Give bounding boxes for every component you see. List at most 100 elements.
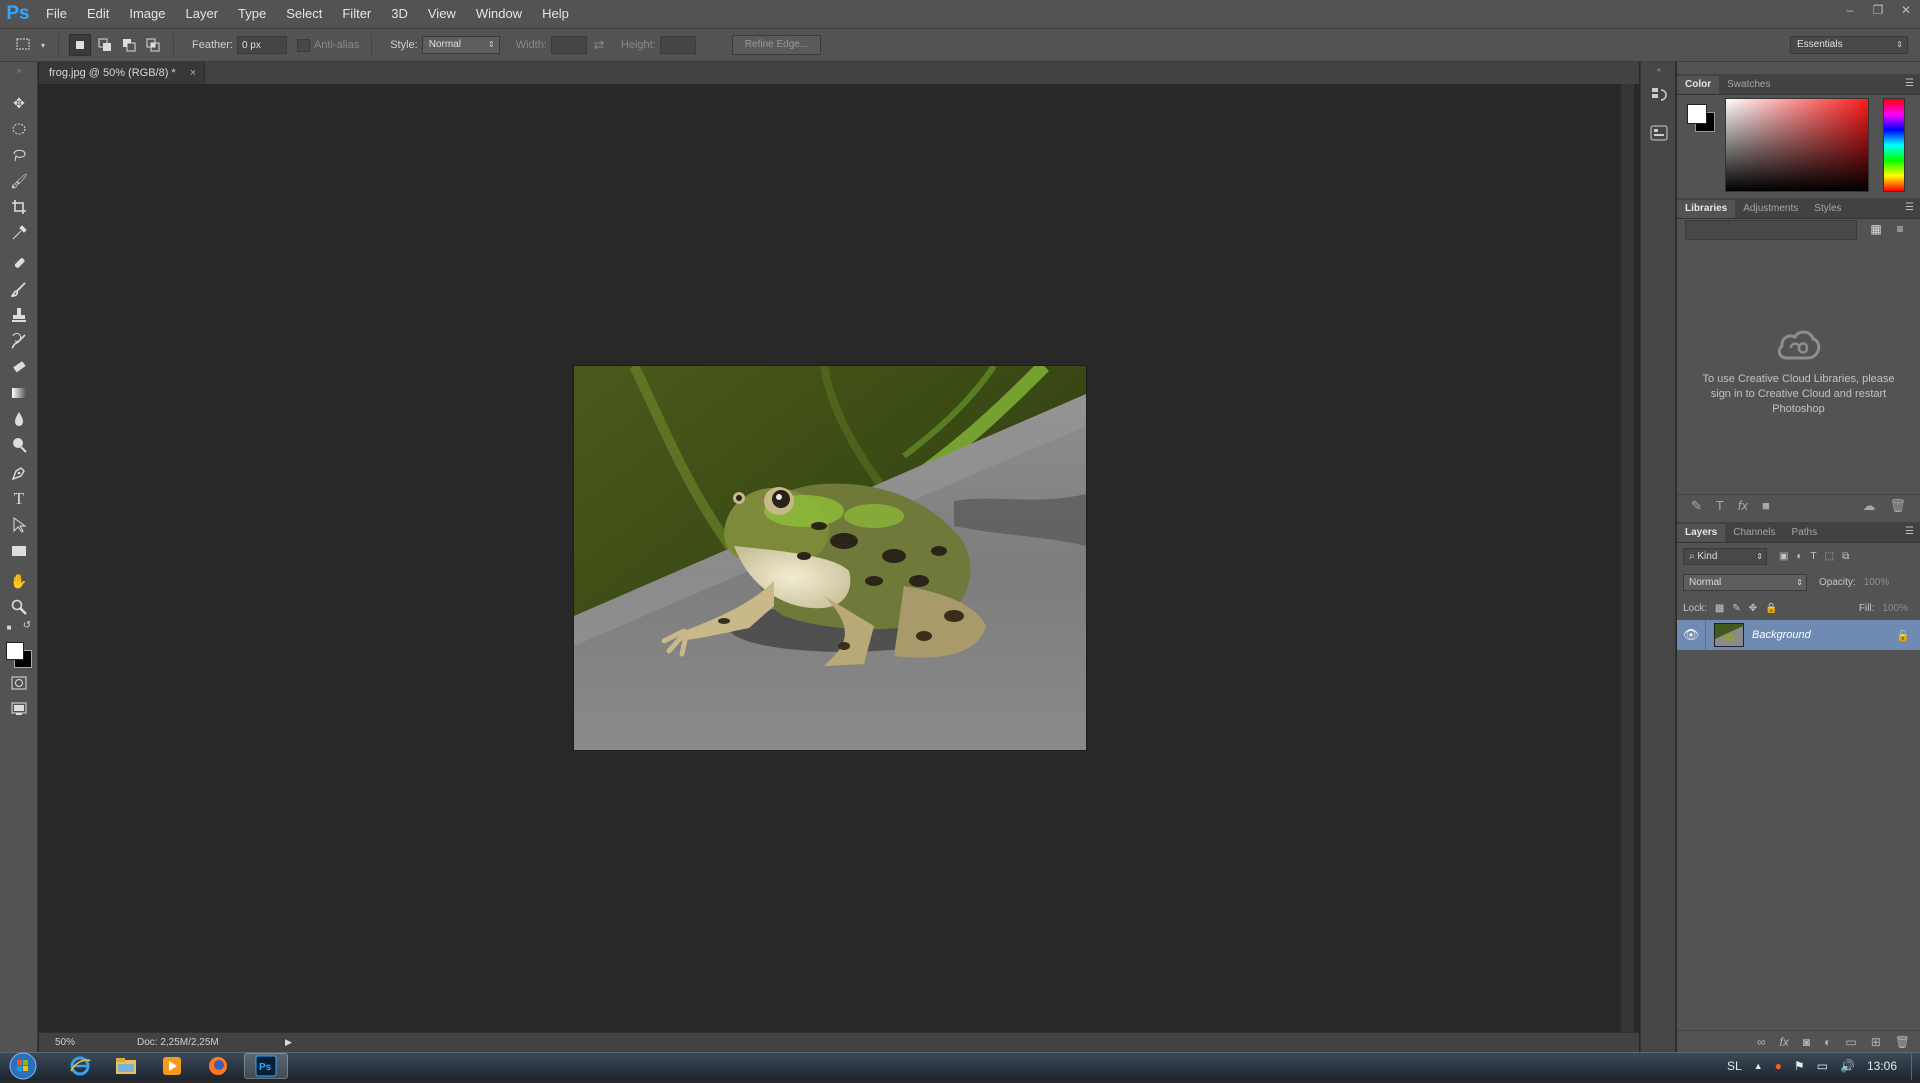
menu-3d[interactable]: 3D <box>381 0 418 28</box>
rectangle-tool-icon[interactable] <box>7 540 31 562</box>
link-layers-icon[interactable]: ∞ <box>1757 1035 1766 1049</box>
tab-channels[interactable]: Channels <box>1725 524 1783 542</box>
swap-width-height-icon[interactable]: ⇄ <box>589 35 609 55</box>
width-input[interactable] <box>550 36 587 54</box>
tab-layers[interactable]: Layers <box>1677 524 1726 542</box>
crop-tool-icon[interactable] <box>7 196 31 218</box>
collapse-chevron-icon[interactable]: » <box>7 66 31 75</box>
lock-all-icon[interactable]: 🔒 <box>1765 603 1777 614</box>
menu-help[interactable]: Help <box>532 0 579 28</box>
expand-chevron-icon[interactable]: « <box>1647 64 1671 74</box>
style-select[interactable]: Normal ⇕ <box>421 36 500 54</box>
menu-filter[interactable]: Filter <box>332 0 381 28</box>
start-button[interactable] <box>6 1052 46 1080</box>
library-select[interactable] <box>1685 220 1857 240</box>
cloud-sync-icon[interactable]: ☁ <box>1862 498 1875 514</box>
pen-tool-icon[interactable] <box>7 462 31 484</box>
tab-adjustments[interactable]: Adjustments <box>1735 200 1806 218</box>
language-indicator[interactable]: SL <box>1727 1059 1742 1073</box>
new-selection-icon[interactable] <box>69 34 91 56</box>
adjustment-layer-icon[interactable]: ◐ <box>1824 1035 1831 1049</box>
subtract-from-selection-icon[interactable] <box>119 35 139 55</box>
adjustment-filter-icon[interactable]: ◐ <box>1796 551 1802 562</box>
photoshop-taskbar-icon[interactable]: Ps <box>244 1053 288 1079</box>
smart-object-filter-icon[interactable]: ⧉ <box>1842 551 1849 562</box>
type-filter-icon[interactable]: T <box>1811 551 1817 562</box>
show-hidden-icons-icon[interactable]: ▲ <box>1754 1061 1763 1071</box>
close-tab-icon[interactable]: × <box>190 67 196 79</box>
blend-mode-select[interactable]: Normal ⇕ <box>1683 573 1807 591</box>
network-icon[interactable]: ▭ <box>1817 1059 1828 1073</box>
menu-edit[interactable]: Edit <box>77 0 119 28</box>
vertical-scrollbar[interactable] <box>1620 84 1634 1032</box>
restore-button[interactable]: ❐ <box>1864 0 1892 20</box>
antialias-checkbox[interactable] <box>296 38 310 52</box>
trash-icon[interactable]: 🗑 <box>1889 498 1906 514</box>
canvas-image[interactable] <box>574 361 1086 750</box>
healing-brush-tool-icon[interactable] <box>7 252 31 274</box>
tab-libraries[interactable]: Libraries <box>1677 200 1736 218</box>
swap-colors-icon[interactable]: ↺ <box>20 618 34 632</box>
antivirus-tray-icon[interactable]: ● <box>1775 1059 1782 1073</box>
foreground-color-swatch[interactable] <box>6 642 24 660</box>
intersect-selection-icon[interactable] <box>143 35 163 55</box>
fill-value[interactable]: 100% <box>1882 603 1908 614</box>
lasso-tool-icon[interactable] <box>7 144 31 166</box>
tab-color[interactable]: Color <box>1677 76 1720 94</box>
pixel-filter-icon[interactable]: ▣ <box>1779 551 1788 562</box>
show-desktop-button[interactable] <box>1911 1052 1920 1080</box>
new-layer-icon[interactable]: ⊞ <box>1871 1035 1881 1049</box>
quick-selection-tool-icon[interactable]: 🖌 <box>7 170 31 192</box>
menu-select[interactable]: Select <box>276 0 332 28</box>
grid-view-icon[interactable]: ▦ <box>1867 220 1885 238</box>
history-brush-tool-icon[interactable] <box>7 330 31 352</box>
zoom-tool-icon[interactable] <box>7 596 31 618</box>
preset-chevron-down-icon[interactable]: ▾ <box>38 35 48 55</box>
panel-menu-icon[interactable]: ☰ <box>1905 526 1914 537</box>
layer-name[interactable]: Background <box>1752 629 1896 641</box>
add-text-icon[interactable]: T <box>1716 498 1724 513</box>
menu-window[interactable]: Window <box>466 0 532 28</box>
delete-layer-icon[interactable]: 🗑 <box>1895 1035 1910 1049</box>
zoom-level[interactable]: 50% <box>39 1037 107 1048</box>
new-group-icon[interactable]: ▭ <box>1845 1035 1856 1049</box>
color-spectrum-field[interactable] <box>1725 98 1869 192</box>
quick-mask-icon[interactable] <box>7 672 31 694</box>
add-color-icon[interactable]: ■ <box>1762 498 1770 513</box>
eyedropper-tool-icon[interactable] <box>7 222 31 244</box>
panel-menu-icon[interactable]: ☰ <box>1905 202 1914 213</box>
lock-position-icon[interactable]: ✥ <box>1749 603 1757 614</box>
file-explorer-icon[interactable] <box>104 1053 148 1079</box>
action-center-flag-icon[interactable]: ⚑ <box>1794 1059 1805 1073</box>
add-mask-icon[interactable]: ◙ <box>1803 1035 1810 1049</box>
tab-styles[interactable]: Styles <box>1806 200 1849 218</box>
lock-transparent-icon[interactable]: ▩ <box>1715 603 1724 614</box>
opacity-value[interactable]: 100% <box>1864 577 1890 588</box>
tab-paths[interactable]: Paths <box>1784 524 1826 542</box>
dodge-tool-icon[interactable] <box>7 434 31 456</box>
tab-swatches[interactable]: Swatches <box>1719 76 1778 94</box>
default-colors-icon[interactable]: ■ <box>2 620 16 634</box>
add-to-selection-icon[interactable] <box>95 35 115 55</box>
layer-row-background[interactable]: 👁 Background 🔒 <box>1677 620 1920 650</box>
add-asset-icon[interactable]: ✎ <box>1691 498 1702 514</box>
document-tab[interactable]: frog.jpg @ 50% (RGB/8) * × <box>39 62 206 84</box>
blur-tool-icon[interactable] <box>7 408 31 430</box>
hue-slider[interactable] <box>1883 98 1905 192</box>
firefox-icon[interactable] <box>196 1053 240 1079</box>
menu-type[interactable]: Type <box>228 0 276 28</box>
rect-marquee-preset-icon[interactable] <box>14 35 34 55</box>
move-tool-icon[interactable]: ✥ <box>7 92 31 114</box>
history-panel-icon[interactable] <box>1647 84 1671 106</box>
menu-view[interactable]: View <box>418 0 466 28</box>
height-input[interactable] <box>659 36 696 54</box>
gradient-tool-icon[interactable] <box>7 382 31 404</box>
screen-mode-icon[interactable] <box>7 698 31 720</box>
clone-stamp-tool-icon[interactable] <box>7 304 31 326</box>
workspace-select[interactable]: Essentials ⇕ <box>1790 36 1908 54</box>
hand-tool-icon[interactable]: ✋ <box>7 570 31 592</box>
internet-explorer-icon[interactable] <box>58 1053 102 1079</box>
status-menu-arrow-icon[interactable]: ▶ <box>285 1037 292 1048</box>
visibility-eye-icon[interactable]: 👁 <box>1677 620 1706 650</box>
add-style-icon[interactable]: fx <box>1738 498 1748 513</box>
